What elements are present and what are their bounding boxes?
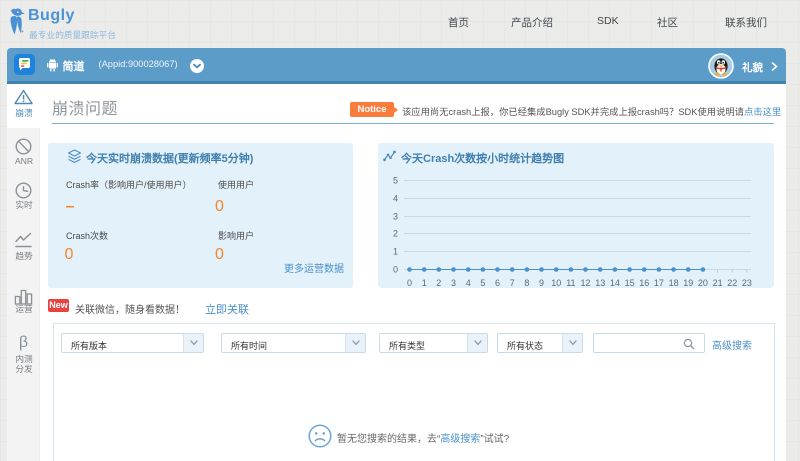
svg-text:15: 15 [625,278,635,288]
svg-text:18: 18 [669,278,679,288]
svg-text:0: 0 [393,265,398,275]
svg-text:10: 10 [551,278,561,288]
svg-text:0: 0 [407,278,412,288]
svg-text:8: 8 [524,278,529,288]
svg-text:21: 21 [713,278,723,288]
svg-text:3: 3 [393,212,398,222]
svg-text:7: 7 [510,278,515,288]
svg-text:1: 1 [422,278,427,288]
svg-text:9: 9 [539,278,544,288]
svg-text:14: 14 [610,278,620,288]
svg-text:16: 16 [639,278,649,288]
svg-text:22: 22 [727,278,737,288]
svg-text:4: 4 [393,194,398,204]
svg-text:11: 11 [566,278,575,288]
svg-text:17: 17 [654,278,664,288]
svg-text:2: 2 [436,278,441,288]
svg-text:5: 5 [480,278,485,288]
svg-text:5: 5 [393,176,398,186]
svg-text:2: 2 [393,229,398,239]
svg-text:20: 20 [698,278,708,288]
svg-text:3: 3 [451,278,456,288]
svg-text:6: 6 [495,278,500,288]
svg-text:23: 23 [742,278,752,288]
svg-text:19: 19 [683,278,693,288]
svg-text:4: 4 [466,278,471,288]
svg-text:1: 1 [393,247,398,257]
svg-text:12: 12 [580,278,590,288]
svg-text:13: 13 [595,278,605,288]
